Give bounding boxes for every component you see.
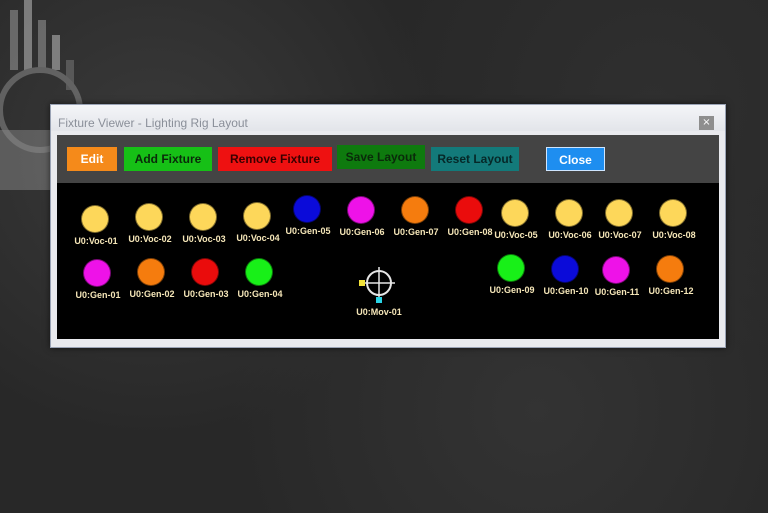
fixture-bulb-icon	[659, 199, 687, 227]
pan-handle-icon[interactable]	[359, 280, 365, 286]
fixture-bulb-icon	[656, 255, 684, 283]
fixture-u0-voc-07[interactable]: U0:Voc-07	[590, 199, 650, 249]
fixture-u0-gen-04[interactable]: U0:Gen-04	[230, 258, 290, 308]
fixture-label: U0:Gen-04	[237, 289, 283, 299]
window-titlebar[interactable]: Fixture Viewer - Lighting Rig Layout ×	[51, 105, 725, 131]
add-fixture-button[interactable]: Add Fixture	[124, 147, 212, 171]
fixture-viewer-window: Fixture Viewer - Lighting Rig Layout × E…	[50, 104, 726, 348]
tilt-handle-icon[interactable]	[376, 297, 382, 303]
fixture-u0-gen-07[interactable]: U0:Gen-07	[386, 196, 446, 246]
fixture-u0-voc-05[interactable]: U0:Voc-05	[486, 199, 546, 249]
rig-layout-canvas[interactable]: U0:Voc-01 U0:Voc-02 U0:Voc-03 U0:Voc-04 U0:G…	[57, 183, 719, 339]
crosshair-icon	[359, 267, 395, 303]
fixture-bulb-icon	[551, 255, 579, 283]
moving-head-fixture[interactable]: U0:Mov-01	[349, 263, 409, 323]
fixture-bulb-icon	[602, 256, 630, 284]
fixture-bulb-icon	[135, 203, 163, 231]
save-layout-button[interactable]: Save Layout	[337, 145, 425, 169]
fixture-label: U0:Gen-12	[648, 286, 694, 296]
fixture-label: U0:Mov-01	[356, 307, 402, 317]
fixture-u0-voc-01[interactable]: U0:Voc-01	[66, 205, 126, 255]
fixture-bulb-icon	[605, 199, 633, 227]
fixture-u0-gen-02[interactable]: U0:Gen-02	[122, 258, 182, 308]
fixture-bulb-icon	[497, 254, 525, 282]
fixture-bulb-icon	[81, 205, 109, 233]
fixture-bulb-icon	[243, 202, 271, 230]
fixture-bulb-icon	[137, 258, 165, 286]
fixture-bulb-icon	[189, 203, 217, 231]
fixture-u0-gen-01[interactable]: U0:Gen-01	[68, 259, 128, 309]
fixture-u0-gen-09[interactable]: U0:Gen-09	[482, 254, 542, 304]
window-title: Fixture Viewer - Lighting Rig Layout	[58, 116, 248, 130]
edit-button[interactable]: Edit	[67, 147, 117, 171]
fixture-u0-gen-03[interactable]: U0:Gen-03	[176, 258, 236, 308]
fixture-u0-gen-12[interactable]: U0:Gen-12	[641, 255, 701, 305]
fixture-u0-gen-05[interactable]: U0:Gen-05	[278, 195, 338, 245]
fixture-u0-gen-11[interactable]: U0:Gen-11	[587, 256, 647, 306]
fixture-bulb-icon	[455, 196, 483, 224]
fixture-bulb-icon	[293, 195, 321, 223]
fixture-bulb-icon	[245, 258, 273, 286]
reset-layout-button[interactable]: Reset Layout	[431, 147, 519, 171]
fixture-u0-gen-06[interactable]: U0:Gen-06	[332, 196, 392, 246]
fixture-toolbar: Edit Add Fixture Remove Fixture Save Lay…	[57, 135, 719, 183]
remove-fixture-button[interactable]: Remove Fixture	[218, 147, 332, 171]
fixture-bulb-icon	[83, 259, 111, 287]
fixture-bulb-icon	[501, 199, 529, 227]
fixture-bulb-icon	[191, 258, 219, 286]
fixture-label: U0:Voc-08	[652, 230, 696, 240]
fixture-u0-voc-08[interactable]: U0:Voc-08	[644, 199, 704, 249]
fixture-u0-voc-02[interactable]: U0:Voc-02	[120, 203, 180, 253]
close-window-icon[interactable]: ×	[699, 116, 714, 130]
fixture-bulb-icon	[555, 199, 583, 227]
fixture-bulb-icon	[347, 196, 375, 224]
fixture-bulb-icon	[401, 196, 429, 224]
fixture-u0-voc-03[interactable]: U0:Voc-03	[174, 203, 234, 253]
close-button[interactable]: Close	[546, 147, 605, 171]
